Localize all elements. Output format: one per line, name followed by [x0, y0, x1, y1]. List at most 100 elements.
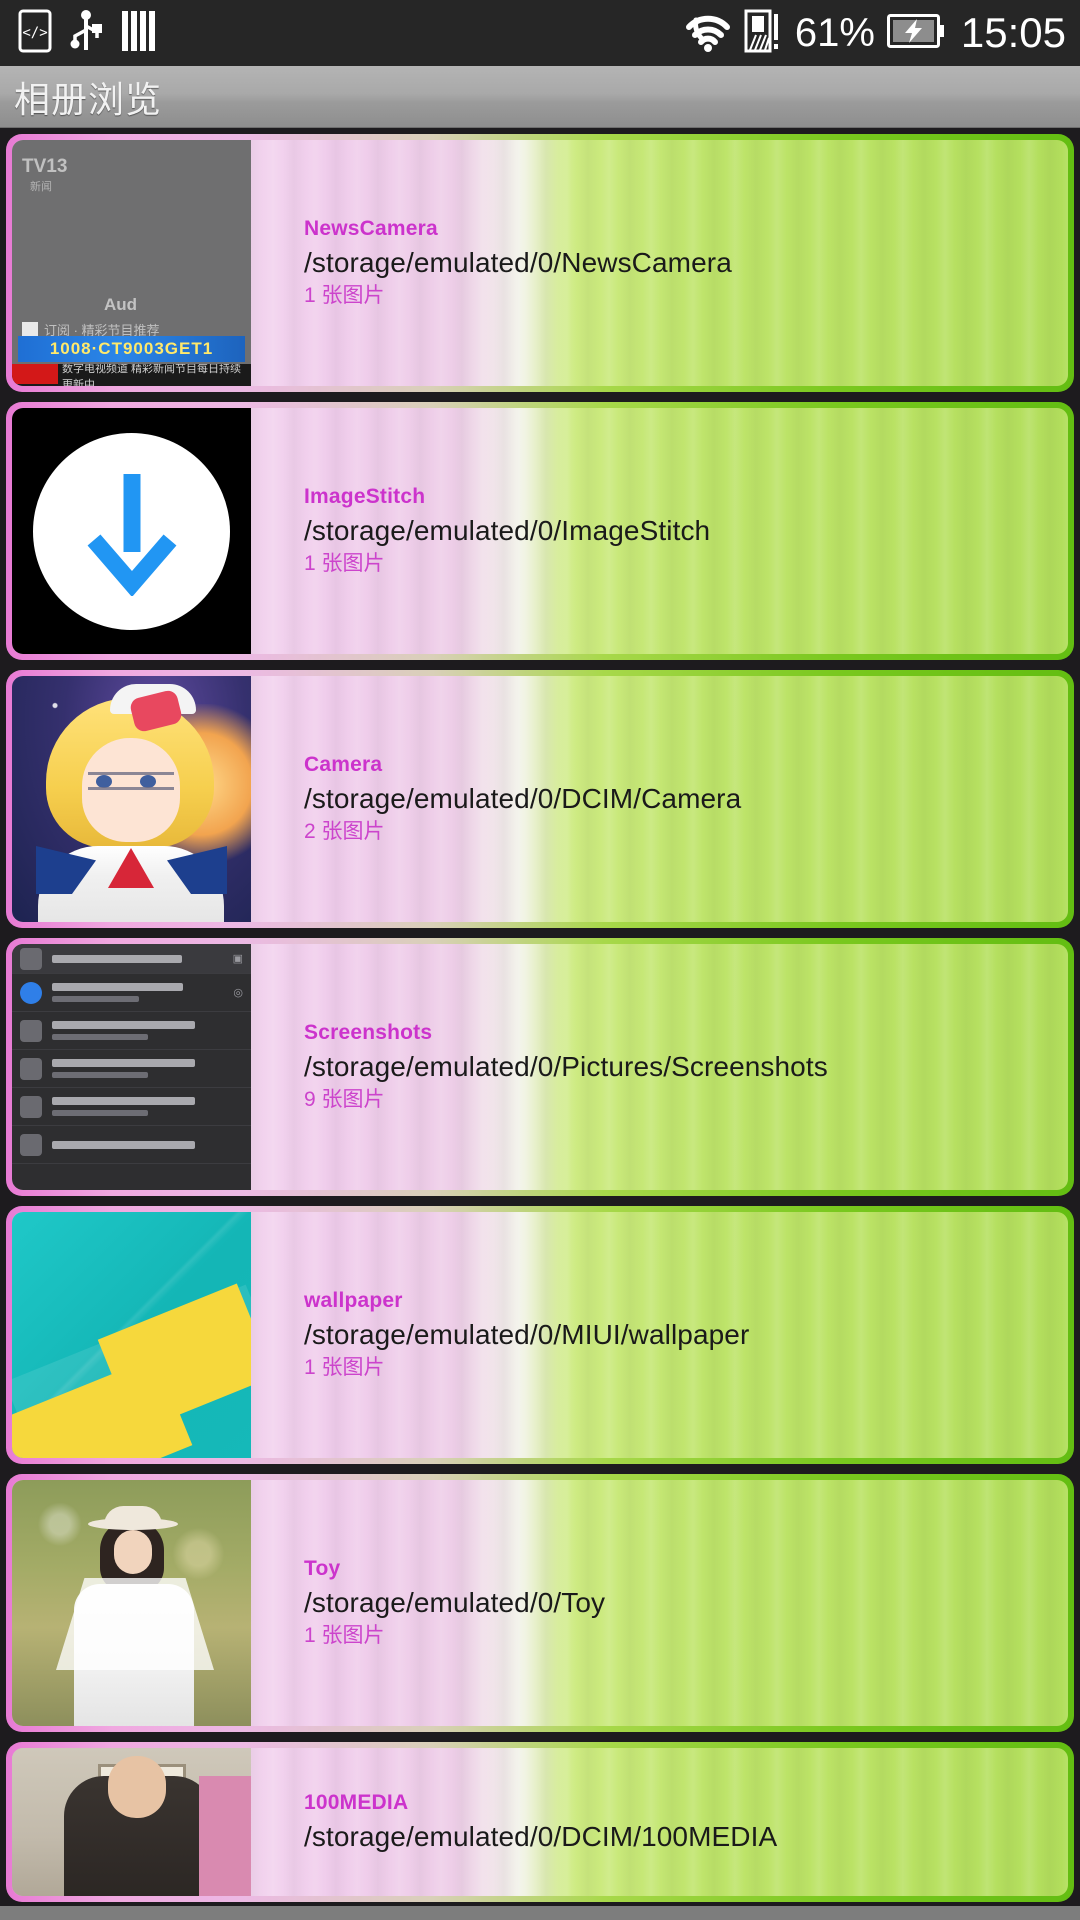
album-name: Camera — [304, 753, 383, 777]
album-text-column: NewsCamera /storage/emulated/0/NewsCamer… — [251, 140, 1068, 386]
album-path: /storage/emulated/0/Pictures/Screenshots — [304, 1051, 828, 1083]
thumb-red-block — [12, 364, 58, 384]
album-list-item[interactable]: TV13 新闻 Aud 订阅 · 精彩节目推荐 1008·CT9003GET1 … — [0, 128, 1080, 396]
person-head-shape — [108, 1756, 166, 1818]
album-name: 100MEDIA — [304, 1790, 409, 1814]
bars-icon — [120, 8, 160, 59]
album-card-border: ImageStitch /storage/emulated/0/ImageSti… — [6, 402, 1074, 660]
thumb-aud-label: Aud — [104, 295, 138, 314]
status-bar-left-icons: </> — [18, 8, 160, 59]
row-icon — [20, 1095, 42, 1118]
album-path: /storage/emulated/0/NewsCamera — [304, 247, 732, 279]
news-camera-thumbnail: TV13 新闻 Aud 订阅 · 精彩节目推荐 1008·CT9003GET1 … — [12, 140, 251, 386]
album-list[interactable]: TV13 新闻 Aud 订阅 · 精彩节目推荐 1008·CT9003GET1 … — [0, 128, 1080, 1919]
thumb-banner-label: 1008·CT9003GET1 — [18, 336, 245, 362]
row-icon — [20, 1133, 42, 1156]
glasses-shape — [88, 772, 174, 790]
usb-icon — [70, 8, 102, 59]
thumb-tv-label: TV13 — [22, 156, 68, 177]
album-text-column: 100MEDIA /storage/emulated/0/DCIM/100MED… — [251, 1748, 1068, 1896]
album-card-body: ▣ ◎ Screenshots /storage/emulated/0/Pict… — [12, 944, 1068, 1190]
row-text — [52, 1021, 251, 1040]
wifi-icon — [685, 9, 731, 58]
thumb-row — [12, 1012, 251, 1050]
row-text — [52, 1059, 251, 1078]
clock-label: 15:05 — [960, 9, 1066, 56]
toy-portrait-thumbnail — [12, 1480, 251, 1726]
album-text-column: ImageStitch /storage/emulated/0/ImageSti… — [251, 408, 1068, 654]
album-card-border: TV13 新闻 Aud 订阅 · 精彩节目推荐 1008·CT9003GET1 … — [6, 134, 1074, 392]
thumb-row — [12, 1088, 251, 1126]
battery-percent-label: 61% — [794, 11, 875, 55]
album-card-body: Toy /storage/emulated/0/Toy 1 张图片 — [12, 1480, 1068, 1726]
wallpaper-geometric-thumbnail — [12, 1212, 251, 1458]
album-list-item[interactable]: ▣ ◎ Screenshots /storage/emulated/0/Pict… — [0, 932, 1080, 1200]
hat-shape — [88, 1506, 178, 1530]
album-card-border: 书法 100MEDIA /storage/emulated/0/DCIM/100… — [6, 1742, 1074, 1902]
battery-charging-icon — [886, 13, 945, 54]
album-name: ImageStitch — [304, 485, 426, 509]
album-count: 2 张图片 — [304, 819, 385, 843]
album-card-border: Toy /storage/emulated/0/Toy 1 张图片 — [6, 1474, 1074, 1732]
media-photo-thumbnail: 书法 — [12, 1748, 251, 1896]
album-name: NewsCamera — [304, 217, 438, 241]
album-count: 1 张图片 — [304, 1623, 385, 1647]
album-path: /storage/emulated/0/MIUI/wallpaper — [304, 1319, 750, 1351]
album-list-item[interactable]: wallpaper /storage/emulated/0/MIUI/wallp… — [0, 1200, 1080, 1468]
album-card-body: Camera /storage/emulated/0/DCIM/Camera 2… — [12, 676, 1068, 922]
row-meta: ◎ — [233, 987, 243, 999]
image-stitch-thumbnail — [12, 408, 251, 654]
album-path: /storage/emulated/0/Toy — [304, 1587, 606, 1619]
album-list-item[interactable]: 书法 100MEDIA /storage/emulated/0/DCIM/100… — [0, 1736, 1080, 1906]
album-path: /storage/emulated/0/DCIM/100MEDIA — [304, 1820, 778, 1852]
page-title: 相册浏览 — [14, 78, 163, 120]
album-name: Toy — [304, 1557, 341, 1581]
album-text-column: Camera /storage/emulated/0/DCIM/Camera 2… — [251, 676, 1068, 922]
album-card-border: Camera /storage/emulated/0/DCIM/Camera 2… — [6, 670, 1074, 928]
signal-icon — [743, 8, 783, 59]
row-text — [52, 954, 233, 963]
row-icon — [20, 947, 42, 970]
album-card-body: 书法 100MEDIA /storage/emulated/0/DCIM/100… — [12, 1748, 1068, 1896]
thumb-row — [12, 1050, 251, 1088]
album-list-item[interactable]: Camera /storage/emulated/0/DCIM/Camera 2… — [0, 664, 1080, 932]
face-shape — [82, 738, 180, 842]
album-list-item[interactable]: Toy /storage/emulated/0/Toy 1 张图片 — [0, 1468, 1080, 1736]
face-shape — [114, 1530, 152, 1574]
album-text-column: Toy /storage/emulated/0/Toy 1 张图片 — [251, 1480, 1068, 1726]
album-name: Screenshots — [304, 1021, 433, 1045]
row-meta: ▣ — [232, 953, 243, 965]
camera-anime-thumbnail — [12, 676, 251, 922]
album-name: wallpaper — [304, 1289, 403, 1313]
white-circle-shape — [33, 432, 230, 630]
album-text-column: Screenshots /storage/emulated/0/Pictures… — [251, 944, 1068, 1190]
row-text — [52, 983, 233, 1002]
thumb-row: ◎ — [12, 974, 251, 1012]
album-list-item[interactable]: ImageStitch /storage/emulated/0/ImageSti… — [0, 396, 1080, 664]
album-count: 1 张图片 — [304, 283, 385, 307]
pink-block-shape — [199, 1776, 251, 1896]
album-card-body: ImageStitch /storage/emulated/0/ImageSti… — [12, 408, 1068, 654]
album-count: 1 张图片 — [304, 551, 385, 575]
album-text-column: wallpaper /storage/emulated/0/MIUI/wallp… — [251, 1212, 1068, 1458]
album-path: /storage/emulated/0/ImageStitch — [304, 515, 711, 547]
album-card-body: wallpaper /storage/emulated/0/MIUI/wallp… — [12, 1212, 1068, 1458]
code-badge-icon: </> — [18, 9, 52, 58]
status-bar-right-icons: 61% 15:05 — [685, 8, 1066, 59]
album-card-border: ▣ ◎ Screenshots /storage/emulated/0/Pict… — [6, 938, 1074, 1196]
svg-text:</>: </> — [22, 25, 47, 41]
album-count: 9 张图片 — [304, 1087, 385, 1111]
row-icon — [20, 981, 42, 1004]
thumb-sub-label: 新闻 — [30, 181, 52, 193]
row-text — [52, 1140, 251, 1149]
album-card-border: wallpaper /storage/emulated/0/MIUI/wallp… — [6, 1206, 1074, 1464]
thumb-row: ▣ — [12, 944, 251, 974]
row-text — [52, 1097, 251, 1116]
screenshots-thumbnail: ▣ ◎ — [12, 944, 251, 1190]
album-card-body: TV13 新闻 Aud 订阅 · 精彩节目推荐 1008·CT9003GET1 … — [12, 140, 1068, 386]
thumb-row — [12, 1126, 251, 1164]
download-arrow-icon — [87, 474, 176, 596]
album-count: 1 张图片 — [304, 1355, 385, 1379]
album-path: /storage/emulated/0/DCIM/Camera — [304, 783, 742, 815]
action-bar: 相册浏览 — [0, 66, 1080, 128]
